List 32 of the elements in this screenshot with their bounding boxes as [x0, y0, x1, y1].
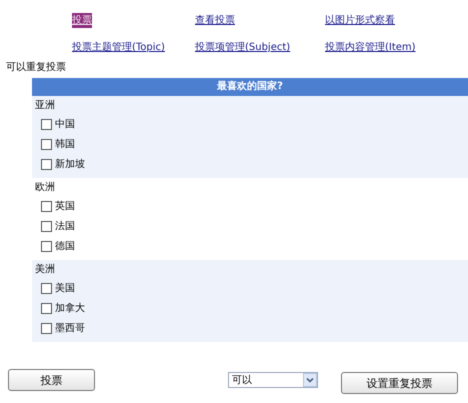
option-label: 墨西哥 [55, 322, 85, 335]
option-label: 英国 [55, 200, 75, 213]
checkbox[interactable] [41, 240, 52, 252]
checkbox[interactable] [41, 302, 52, 314]
checkbox[interactable] [41, 322, 52, 334]
group-label: 亚洲 [35, 98, 56, 113]
checkbox[interactable] [41, 118, 52, 130]
notice-text: 可以重复投票 [5, 60, 67, 73]
option-label: 美国 [55, 282, 75, 295]
option-label: 加拿大 [55, 302, 85, 315]
nav-link[interactable]: 以图片形式察看 [325, 13, 395, 28]
nav-link[interactable]: 投票主题管理(Topic) [72, 40, 165, 55]
option-label: 法国 [55, 220, 75, 233]
nav-link[interactable]: 查看投票 [195, 13, 235, 28]
checkbox[interactable] [41, 282, 52, 294]
group-label: 欧洲 [35, 180, 56, 195]
nav-link[interactable]: 投票内容管理(Item) [325, 40, 416, 55]
option-label: 中国 [55, 118, 75, 131]
nav-link[interactable]: 投票项管理(Subject) [195, 40, 290, 55]
group-label: 美洲 [35, 262, 56, 277]
poll-title: 最喜欢的国家? [32, 78, 468, 96]
checkbox[interactable] [41, 220, 52, 232]
option-label: 新加坡 [55, 158, 85, 171]
option-label: 韩国 [55, 138, 75, 151]
checkbox[interactable] [41, 138, 52, 150]
vote-button[interactable]: 投票 [8, 369, 95, 391]
repeat-select[interactable]: 可以 [228, 372, 318, 388]
checkbox[interactable] [41, 158, 52, 170]
setting-button[interactable]: 设置重复投票 [341, 372, 458, 394]
nav-link[interactable]: 投票 [72, 13, 92, 28]
option-label: 德国 [55, 240, 75, 253]
checkbox[interactable] [41, 200, 52, 212]
